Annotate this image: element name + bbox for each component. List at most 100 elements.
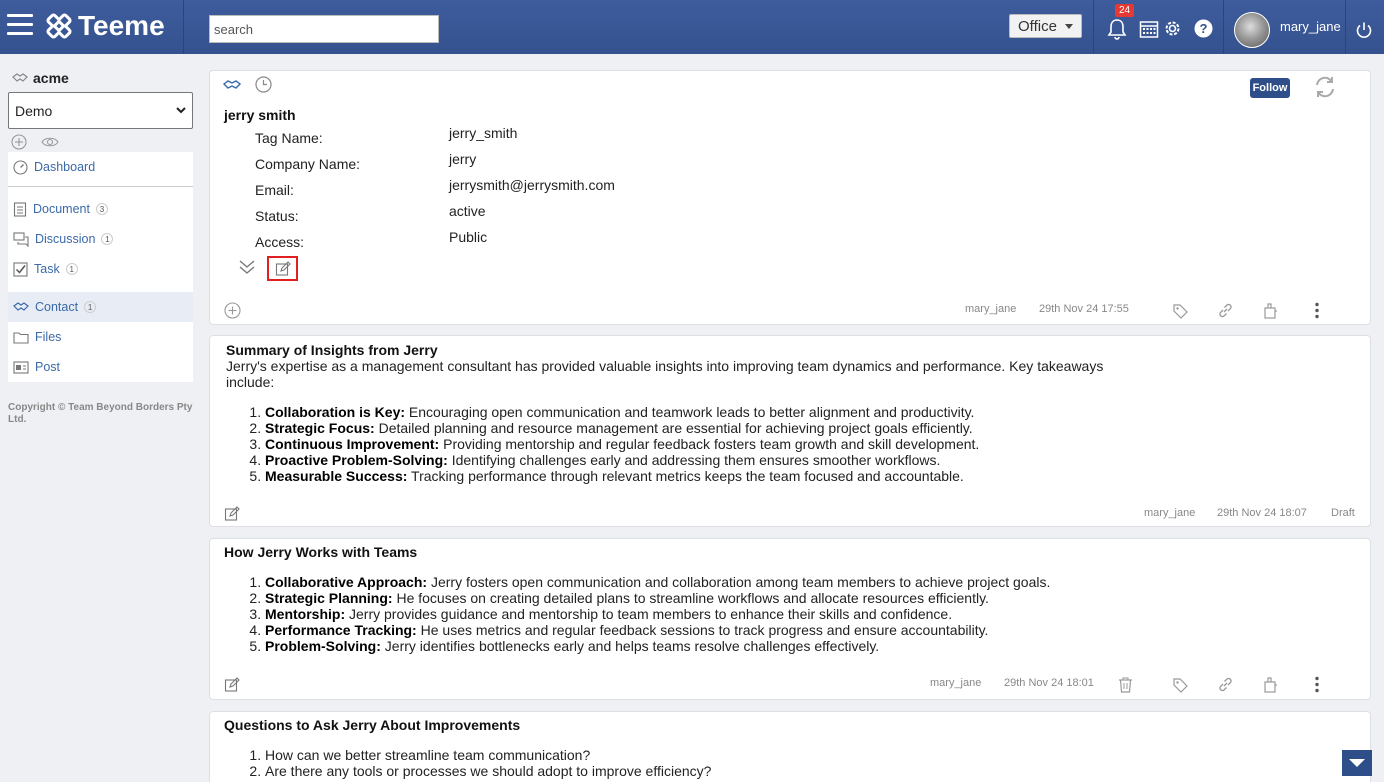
field-label: Access: (255, 234, 305, 250)
chevron-down-icon (176, 107, 186, 114)
sidebar-item-count: 1 (101, 233, 114, 245)
field-value: jerry_smith (449, 125, 518, 141)
note-intro: Jerry's expertise as a management consul… (226, 358, 1104, 390)
notification-badge: 24 (1115, 4, 1135, 17)
sidebar-item-count: 3 (95, 203, 108, 215)
timestamp: 29th Nov 24 18:07 (1217, 507, 1307, 519)
refresh-icon[interactable] (1313, 76, 1337, 98)
note-card: Questions to Ask Jerry About Improvement… (209, 711, 1371, 782)
note-title: How Jerry Works with Teams (224, 544, 418, 560)
field-label: Status: (255, 208, 299, 224)
sidebar-item-post[interactable]: Post (8, 352, 193, 382)
note-card: How Jerry Works with Teams Collaborative… (209, 538, 1371, 700)
list-item: Continuous Improvement: Providing mentor… (265, 436, 979, 452)
author-name[interactable]: mary_jane (930, 677, 981, 689)
dashboard-icon (13, 159, 28, 175)
sidebar-item-discussion[interactable]: Discussion 1 (8, 224, 193, 254)
sidebar-item-files[interactable]: Files (8, 322, 193, 352)
timestamp: 29th Nov 24 17:55 (1039, 303, 1129, 315)
list-item: Mentorship: Jerry provides guidance and … (265, 606, 1050, 622)
eye-icon[interactable] (41, 134, 59, 150)
add-icon[interactable] (11, 134, 27, 150)
org-label: acme (33, 70, 69, 86)
handshake-icon (13, 302, 29, 311)
clip-icon[interactable] (1263, 302, 1278, 319)
note-list: Collaboration is Key: Encouraging open c… (265, 404, 979, 484)
edit-icon (275, 260, 291, 276)
gear-icon[interactable] (1162, 18, 1183, 39)
header-divider (1223, 0, 1224, 54)
status-badge: Draft (1331, 507, 1355, 519)
author-name[interactable]: mary_jane (1144, 507, 1195, 519)
author-name[interactable]: mary_jane (965, 303, 1016, 315)
sidebar-item-document[interactable]: Document 3 (8, 194, 193, 224)
office-dropdown[interactable]: Office (1009, 14, 1082, 38)
search-input[interactable] (209, 15, 439, 43)
note-title: Questions to Ask Jerry About Improvement… (224, 717, 521, 733)
field-value: active (449, 203, 486, 219)
note-title: Summary of Insights from Jerry (226, 342, 438, 358)
field-value: Public (449, 229, 488, 245)
copyright-text: Copyright © Team Beyond Borders Pty Ltd. (8, 402, 193, 425)
follow-button[interactable]: Follow (1250, 78, 1290, 98)
chevron-double-down-icon[interactable] (238, 259, 256, 275)
sidebar-item-count: 1 (84, 301, 97, 313)
avatar[interactable] (1234, 12, 1270, 48)
clip-icon[interactable] (1263, 676, 1278, 693)
sidebar-item-task[interactable]: Task 1 (8, 254, 193, 284)
sidebar-item-contact[interactable]: Contact 1 (8, 292, 193, 322)
header-divider (1093, 0, 1094, 54)
note-card: Summary of Insights from Jerry Jerry's e… (209, 335, 1371, 527)
list-item: Are there any tools or processes we shou… (265, 763, 711, 779)
list-item: Measurable Success: Tracking performance… (265, 468, 979, 484)
workspace-selected: Demo (15, 102, 53, 119)
clock-icon[interactable] (255, 76, 272, 93)
app-logo[interactable]: Teeme (46, 10, 165, 42)
sidebar-item-dashboard[interactable]: Dashboard (8, 152, 193, 182)
sidebar-mini-icons (11, 134, 59, 150)
caret-down-icon (1349, 759, 1365, 767)
org-name: acme (12, 70, 69, 86)
list-item: Performance Tracking: He uses metrics an… (265, 622, 1050, 638)
sidebar: acme Demo Dashboard Document 3 Discussio… (0, 54, 201, 782)
header-divider (1345, 0, 1346, 54)
more-icon[interactable] (1314, 302, 1320, 319)
more-icon[interactable] (1314, 676, 1320, 693)
sidebar-item-label: Post (35, 360, 61, 374)
sidebar-item-label: Discussion (35, 232, 96, 246)
edit-contact-button[interactable] (267, 256, 298, 281)
power-icon[interactable] (1355, 21, 1373, 39)
tag-icon[interactable] (1172, 677, 1189, 694)
list-item: Proactive Problem-Solving: Identifying c… (265, 452, 979, 468)
header-divider (183, 0, 184, 54)
top-bar: Teeme Office 24 ? mary_jane (0, 0, 1384, 54)
trash-icon[interactable] (1118, 677, 1133, 693)
edit-icon[interactable] (224, 506, 240, 522)
sidebar-nav: Dashboard Document 3 Discussion 1 Task 1… (8, 152, 193, 382)
sidebar-item-label: Document (33, 202, 90, 216)
scroll-down-button[interactable] (1342, 750, 1372, 776)
tag-icon[interactable] (1172, 303, 1189, 320)
menu-icon[interactable] (7, 14, 33, 36)
office-label: Office (1018, 17, 1057, 35)
link-icon[interactable] (1217, 302, 1234, 319)
timestamp: 29th Nov 24 18:01 (1004, 677, 1094, 689)
bell-icon[interactable] (1107, 18, 1127, 40)
list-item: How can we better streamline team commun… (265, 747, 711, 763)
sidebar-item-label: Dashboard (34, 160, 96, 174)
calendar-icon[interactable] (1139, 19, 1159, 39)
field-label: Email: (255, 182, 294, 198)
help-icon[interactable]: ? (1194, 19, 1213, 38)
field-value: jerrysmith@jerrysmith.com (449, 177, 615, 193)
header-username[interactable]: mary_jane (1280, 19, 1341, 34)
contact-card: Follow jerry smith Tag Name: jerry_smith… (209, 70, 1371, 325)
workspace-select[interactable]: Demo (8, 92, 193, 129)
add-icon[interactable] (224, 302, 241, 319)
edit-icon[interactable] (224, 677, 240, 693)
field-label: Company Name: (255, 156, 361, 172)
contact-name: jerry smith (224, 107, 296, 123)
teeme-logo-icon (46, 13, 72, 39)
link-icon[interactable] (1217, 676, 1234, 693)
list-item: Strategic Focus: Detailed planning and r… (265, 420, 979, 436)
folder-icon (13, 331, 29, 344)
